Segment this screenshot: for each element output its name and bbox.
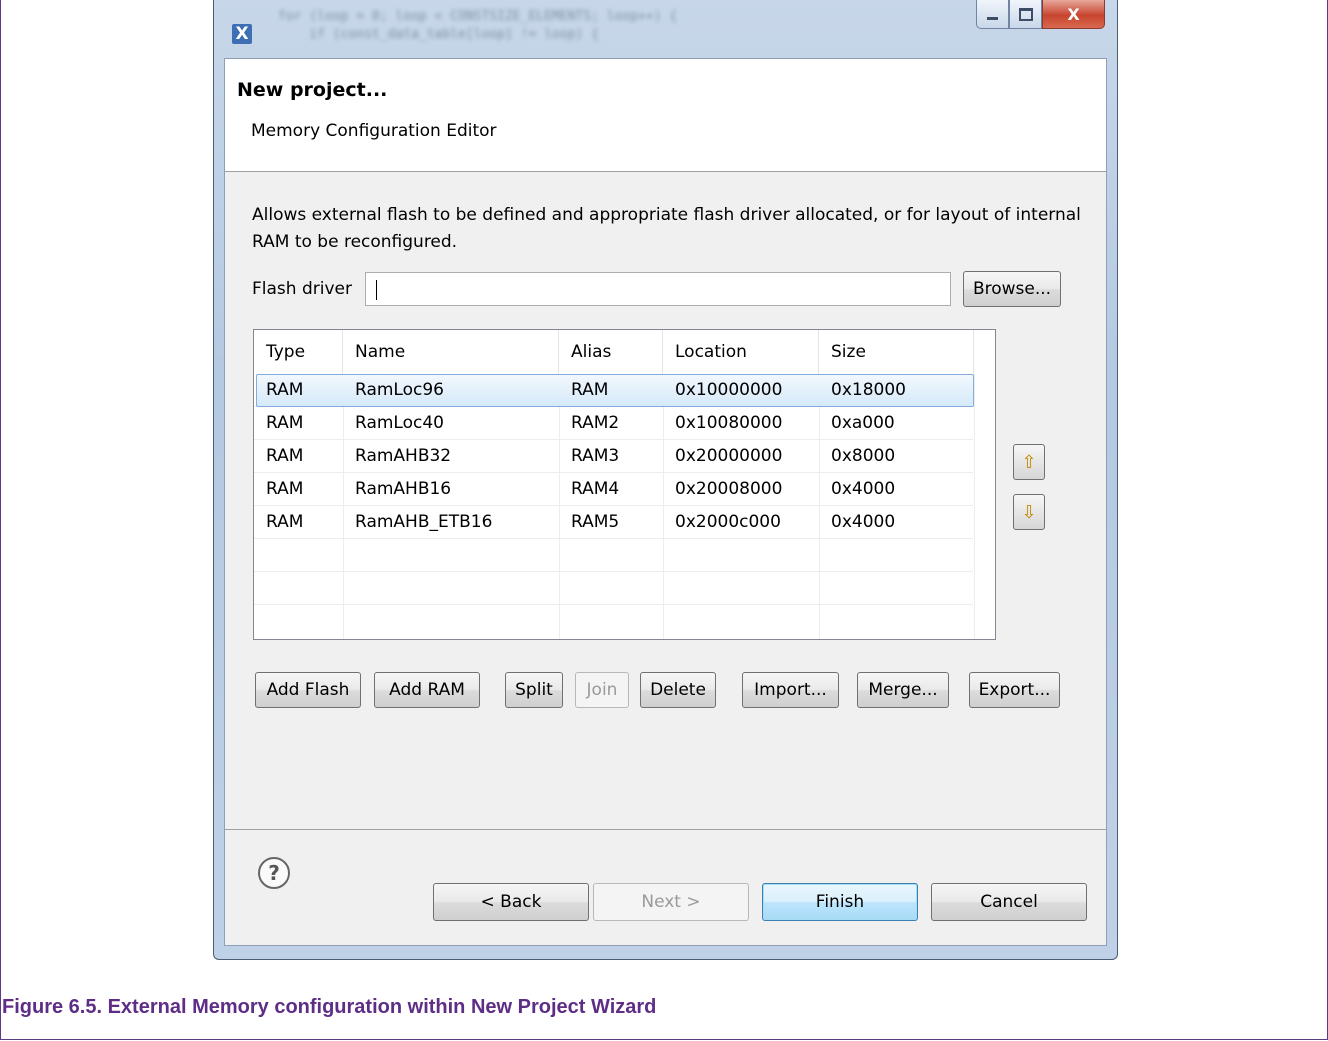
arrow-up-icon: ⇧ (1021, 451, 1037, 473)
cell-type: RAM (266, 413, 304, 433)
split-button[interactable]: Split (505, 672, 563, 708)
join-button[interactable]: Join (575, 672, 629, 708)
column-header-type[interactable]: Type (254, 330, 343, 374)
cell-location: 0x2000c000 (675, 512, 781, 532)
cell-alias: RAM5 (571, 512, 620, 532)
cell-alias: RAM2 (571, 413, 620, 433)
export-button[interactable]: Export... (969, 672, 1060, 708)
cell-name: RamAHB_ETB16 (355, 512, 493, 532)
column-header-size[interactable]: Size (819, 330, 974, 374)
cell-name: RamAHB32 (355, 446, 452, 466)
column-header-location[interactable]: Location (663, 330, 819, 374)
blurred-background: for (loop = 0; loop < CONSTSIZE_ELEMENTS… (278, 9, 678, 42)
wizard-description: Allows external flash to be defined and … (252, 205, 1081, 252)
cell-type: RAM (266, 479, 304, 499)
browse-button[interactable]: Browse... (963, 271, 1061, 307)
cell-type: RAM (266, 512, 304, 532)
add-ram-button[interactable]: Add RAM (374, 672, 480, 708)
cell-location: 0x20008000 (675, 479, 783, 499)
cell-size: 0x18000 (831, 380, 906, 400)
wizard-header: New project... Memory Configuration Edit… (225, 59, 1106, 172)
cell-type: RAM (266, 446, 304, 466)
close-icon: X (1067, 4, 1080, 24)
maximize-icon (1018, 7, 1033, 21)
maximize-button[interactable] (1009, 0, 1042, 29)
import-button[interactable]: Import... (742, 672, 839, 708)
minimize-button[interactable] (976, 0, 1009, 29)
column-header-name[interactable]: Name (343, 330, 559, 374)
text-caret (376, 280, 377, 300)
table-row[interactable]: RAM RamAHB32 RAM3 0x20000000 0x8000 (254, 440, 995, 473)
add-flash-button[interactable]: Add Flash (255, 672, 361, 708)
cell-size: 0x4000 (831, 512, 896, 532)
cell-alias: RAM4 (571, 479, 620, 499)
dialog-window: X for (loop = 0; loop < CONSTSIZE_ELEMEN… (213, 0, 1118, 960)
eclipse-x-icon: X (232, 24, 252, 44)
flash-driver-input[interactable] (365, 272, 951, 306)
flash-driver-label: Flash driver (252, 279, 352, 299)
cell-alias: RAM3 (571, 446, 620, 466)
finish-button[interactable]: Finish (762, 883, 918, 921)
cancel-button[interactable]: Cancel (931, 883, 1087, 921)
arrow-down-icon: ⇩ (1021, 501, 1037, 523)
cell-type: RAM (266, 380, 304, 400)
cell-alias: RAM (571, 380, 609, 400)
close-button[interactable]: X (1042, 0, 1105, 29)
cell-location: 0x10000000 (675, 380, 783, 400)
minimize-icon (987, 16, 998, 20)
table-row[interactable]: RAM RamAHB16 RAM4 0x20008000 0x4000 (254, 473, 995, 506)
window-controls: X (976, 0, 1105, 30)
help-icon[interactable]: ? (258, 857, 290, 889)
table-row[interactable]: RAM RamAHB_ETB16 RAM5 0x2000c000 0x4000 (254, 506, 995, 539)
figure-caption: Figure 6.5. External Memory configuratio… (2, 996, 657, 1018)
cell-size: 0x4000 (831, 479, 896, 499)
cell-size: 0x8000 (831, 446, 896, 466)
cell-name: RamAHB16 (355, 479, 452, 499)
table-row[interactable]: RAM RamLoc40 RAM2 0x10080000 0xa000 (254, 407, 995, 440)
cell-name: RamLoc40 (355, 413, 444, 433)
cell-name: RamLoc96 (355, 380, 444, 400)
wizard-client: New project... Memory Configuration Edit… (224, 58, 1107, 946)
cell-location: 0x20000000 (675, 446, 783, 466)
wizard-subtitle: Memory Configuration Editor (251, 121, 497, 141)
move-down-button[interactable]: ⇩ (1013, 494, 1045, 530)
merge-button[interactable]: Merge... (857, 672, 949, 708)
grid-line (254, 604, 973, 605)
table-header: Type Name Alias Location Size (254, 330, 995, 374)
title-bar: X for (loop = 0; loop < CONSTSIZE_ELEMEN… (214, 0, 1117, 58)
table-row[interactable]: RAM RamLoc96 RAM 0x10000000 0x18000 (254, 374, 995, 407)
cell-location: 0x10080000 (675, 413, 783, 433)
delete-button[interactable]: Delete (640, 672, 716, 708)
button-bar-separator (225, 829, 1106, 830)
move-up-button[interactable]: ⇧ (1013, 444, 1045, 480)
wizard-title: New project... (237, 79, 388, 101)
cell-size: 0xa000 (831, 413, 895, 433)
memory-table[interactable]: Type Name Alias Location Size RAM RamLoc… (253, 329, 996, 640)
grid-line (254, 571, 973, 572)
column-header-alias[interactable]: Alias (559, 330, 663, 374)
back-button[interactable]: < Back (433, 883, 589, 921)
next-button[interactable]: Next > (593, 883, 749, 921)
